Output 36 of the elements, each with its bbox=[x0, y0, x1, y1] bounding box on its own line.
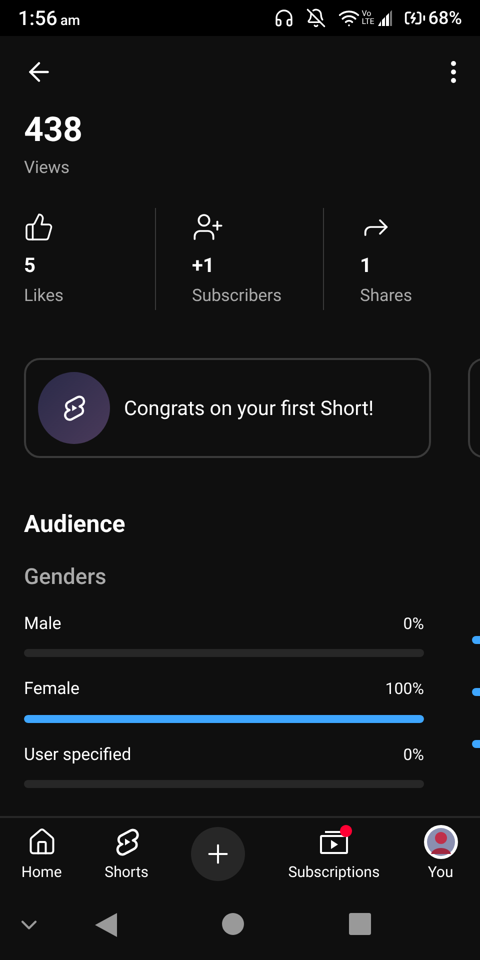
headphones-icon bbox=[274, 8, 294, 28]
network-label: LTE bbox=[362, 18, 374, 26]
views-count: 438 bbox=[24, 109, 84, 152]
row-percentage: 0% bbox=[403, 612, 424, 634]
muted-bell-icon bbox=[306, 8, 326, 28]
stat-value: 5 bbox=[24, 252, 36, 278]
back-nav-icon[interactable] bbox=[94, 913, 117, 937]
nav-tab[interactable]: Subscriptions bbox=[288, 824, 380, 884]
views-label: Views bbox=[24, 157, 71, 180]
milestone-card[interactable]: Congrats on your first Short! bbox=[24, 358, 431, 458]
row-label: User specified bbox=[24, 744, 132, 766]
thumbs-up-icon bbox=[24, 212, 54, 242]
stat-label: Shares bbox=[360, 284, 412, 308]
stat-label: Likes bbox=[24, 284, 64, 308]
clock-meridiem: am bbox=[60, 12, 80, 31]
stat-value: 1 bbox=[360, 252, 372, 278]
recents-nav-icon[interactable] bbox=[349, 913, 372, 935]
nav-tab[interactable]: Shorts bbox=[104, 824, 148, 884]
clock-time: 1:56 bbox=[18, 5, 58, 32]
avatar bbox=[422, 824, 459, 860]
more-icon bbox=[451, 61, 456, 83]
battery-level: 68% bbox=[428, 6, 462, 30]
signal-icon bbox=[376, 10, 392, 26]
column-heading: Genders bbox=[24, 564, 108, 592]
nav-tab[interactable]: Home bbox=[21, 824, 62, 884]
row-label: Male bbox=[24, 612, 62, 636]
home-nav-icon[interactable] bbox=[222, 913, 244, 935]
stat-value: +1 bbox=[192, 252, 216, 278]
nav-tab[interactable]: You bbox=[422, 824, 459, 884]
row-percentage: 100% bbox=[385, 678, 424, 700]
card-text: Congrats on your first Short! bbox=[124, 394, 374, 422]
row-percentage: 0% bbox=[403, 744, 424, 766]
row-label: Female bbox=[24, 678, 80, 701]
network-label: Vo bbox=[362, 10, 372, 18]
section-heading: Audience bbox=[23, 508, 126, 540]
stat-label: Subscribers bbox=[192, 284, 282, 308]
